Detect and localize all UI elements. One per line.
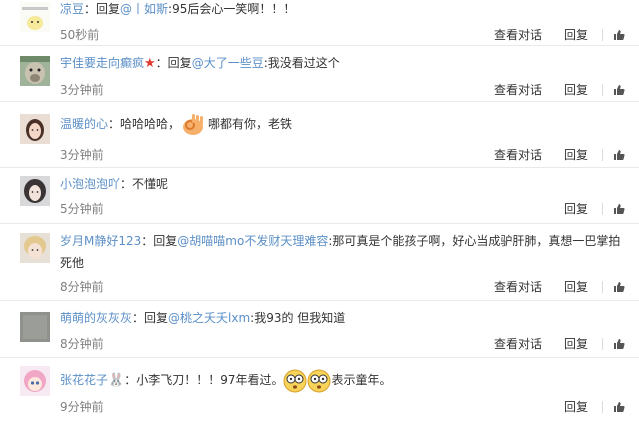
thumbs-up-icon[interactable] xyxy=(613,338,625,350)
shocked-face-emoji-icon xyxy=(307,369,331,392)
comment-item: 宇佳要走向癫疯★：回复@大了一些豆:我没看过这个 3分钟前 查看对话 回复 xyxy=(0,46,639,102)
avatar[interactable] xyxy=(20,114,50,144)
divider xyxy=(602,338,603,350)
comment-time: 3分钟前 xyxy=(60,148,104,162)
thumbs-up-icon[interactable] xyxy=(613,401,625,413)
comment-body-continued: 表示童年。 xyxy=(331,373,392,387)
comment-time: 8分钟前 xyxy=(60,280,104,294)
reply-prefix: ：回复 xyxy=(132,311,169,325)
avatar[interactable] xyxy=(20,233,50,263)
comment-actions: 查看对话 回复 xyxy=(494,337,639,351)
divider xyxy=(602,281,603,293)
avatar[interactable] xyxy=(20,2,50,32)
comment-text: 岁月M静好123：回复@胡喵喵mo不发财天理难容:那可真是个能孩子啊，好心当成驴… xyxy=(60,230,632,274)
divider xyxy=(602,401,603,413)
commenter-name[interactable]: 温暖的心 xyxy=(60,117,108,131)
comment-text: 温暖的心：哈哈哈哈， 哪都有你，老铁 xyxy=(60,110,632,138)
comment-actions: 查看对话 回复 xyxy=(494,28,639,42)
commenter-name[interactable]: 凉豆 xyxy=(60,2,84,16)
comment-body: ：哈哈哈哈， xyxy=(108,117,181,131)
divider xyxy=(602,203,603,215)
commenter-name[interactable]: 张花花子 xyxy=(60,373,108,387)
thumbs-up-icon[interactable] xyxy=(613,149,625,161)
thumbs-up-icon[interactable] xyxy=(613,203,625,215)
commenter-name[interactable]: 岁月M静好123 xyxy=(60,234,141,248)
comment-body: :我没看过这个 xyxy=(263,56,340,70)
commenter-name[interactable]: 萌萌的灰灰灰 xyxy=(60,311,132,325)
comment-actions: 回复 xyxy=(564,400,639,414)
reply-target[interactable]: @大了一些豆 xyxy=(192,56,264,70)
comment-item: 岁月M静好123：回复@胡喵喵mo不发财天理难容:那可真是个能孩子啊，好心当成驴… xyxy=(0,224,639,301)
comment-time: 3分钟前 xyxy=(60,83,104,97)
comment-body: ：不懂呢 xyxy=(120,177,169,191)
reply-target[interactable]: @胡喵喵mo不发财天理难容 xyxy=(177,234,328,248)
divider xyxy=(602,84,603,96)
reply-link[interactable]: 回复 xyxy=(564,202,588,216)
comment-time: 9分钟前 xyxy=(60,400,104,414)
view-conversation-link[interactable]: 查看对话 xyxy=(494,337,542,351)
reply-link[interactable]: 回复 xyxy=(564,337,588,351)
reply-target[interactable]: @桃之夭夭lxm xyxy=(168,311,250,325)
thumbs-up-icon[interactable] xyxy=(613,281,625,293)
comment-actions: 查看对话 回复 xyxy=(494,83,639,97)
comment-item: 温暖的心：哈哈哈哈， 哪都有你，老铁 3分钟前 查看对话 回复 xyxy=(0,102,639,168)
comment-text: 张花花子🐰：小李飞刀！！！97年看过。 表示童年。 xyxy=(60,366,632,395)
reply-target[interactable]: @丨如斯 xyxy=(120,2,168,16)
comment-item: 张花花子🐰：小李飞刀！！！97年看过。 表示童年。 9分钟前 回复 xyxy=(0,358,639,424)
comment-time: 8分钟前 xyxy=(60,337,104,351)
reply-link[interactable]: 回复 xyxy=(564,83,588,97)
divider xyxy=(602,149,603,161)
comment-time: 5分钟前 xyxy=(60,202,104,216)
comment-body: :我93的 但我知道 xyxy=(250,311,346,325)
comment-item: 小泡泡泡吖：不懂呢 5分钟前 回复 xyxy=(0,168,639,224)
comment-item: 萌萌的灰灰灰：回复@桃之夭夭lxm:我93的 但我知道 8分钟前 查看对话 回复 xyxy=(0,301,639,358)
thumbs-up-icon[interactable] xyxy=(613,84,625,96)
view-conversation-link[interactable]: 查看对话 xyxy=(494,83,542,97)
reply-link[interactable]: 回复 xyxy=(564,400,588,414)
ok-hand-emoji-icon xyxy=(183,113,204,135)
thumbs-up-icon[interactable] xyxy=(613,29,625,41)
view-conversation-link[interactable]: 查看对话 xyxy=(494,148,542,162)
avatar[interactable] xyxy=(20,366,50,396)
star-badge-icon: ★ xyxy=(144,56,156,71)
view-conversation-link[interactable]: 查看对话 xyxy=(494,28,542,42)
comment-time: 50秒前 xyxy=(60,28,100,42)
comment-actions: 查看对话 回复 xyxy=(494,280,639,294)
comment-text: 萌萌的灰灰灰：回复@桃之夭夭lxm:我93的 但我知道 xyxy=(60,307,632,329)
commenter-name[interactable]: 宇佳要走向癫疯 xyxy=(60,56,144,70)
shocked-face-emoji-icon xyxy=(283,369,307,392)
reply-link[interactable]: 回复 xyxy=(564,148,588,162)
comment-text: 小泡泡泡吖：不懂呢 xyxy=(60,173,632,195)
comment-body-continued: 哪都有你，老铁 xyxy=(208,117,293,131)
reply-prefix: ：回复 xyxy=(141,234,178,248)
comment-body: :95后会心一笑啊！！！ xyxy=(168,2,296,16)
comment-item: 凉豆：回复@丨如斯:95后会心一笑啊！！！ 50秒前 查看对话 回复 xyxy=(0,0,639,46)
comment-actions: 查看对话 回复 xyxy=(494,148,639,162)
comment-text: 宇佳要走向癫疯★：回复@大了一些豆:我没看过这个 xyxy=(60,52,632,75)
reply-prefix: ：回复 xyxy=(155,56,192,70)
avatar[interactable] xyxy=(20,56,50,86)
comment-text: 凉豆：回复@丨如斯:95后会心一笑啊！！！ xyxy=(60,0,632,20)
avatar[interactable] xyxy=(20,176,50,206)
reply-link[interactable]: 回复 xyxy=(564,28,588,42)
comment-actions: 回复 xyxy=(564,202,639,216)
reply-prefix: ：回复 xyxy=(84,2,121,16)
view-conversation-link[interactable]: 查看对话 xyxy=(494,280,542,294)
bunny-badge-icon: 🐰 xyxy=(108,373,125,388)
reply-link[interactable]: 回复 xyxy=(564,280,588,294)
avatar[interactable] xyxy=(20,312,50,342)
divider xyxy=(602,29,603,41)
comment-body: ：小李飞刀！！！97年看过。 xyxy=(124,373,284,387)
commenter-name[interactable]: 小泡泡泡吖 xyxy=(60,177,120,191)
